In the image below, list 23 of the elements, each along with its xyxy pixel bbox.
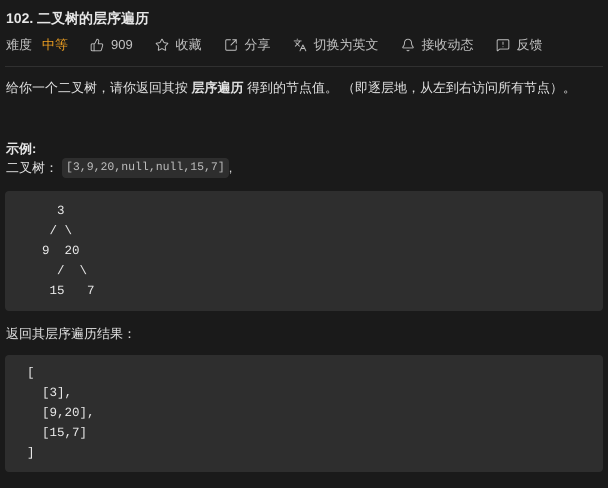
message-icon <box>496 38 510 52</box>
share-icon <box>224 38 238 52</box>
problem-description: 给你一个二叉树，请你返回其按 层序遍历 得到的节点值。 （即逐层地，从左到右访问所有节点）。 <box>6 79 577 97</box>
tree-code-block: 3 / \ 9 20 / \ 15 7 <box>5 191 603 311</box>
difficulty-label: 难度 <box>6 36 32 54</box>
translate-icon <box>292 38 307 52</box>
result-label: 返回其层序遍历结果： <box>5 325 137 343</box>
subscribe-button[interactable]: 接收动态 <box>400 35 474 55</box>
comma-text: , <box>228 159 232 177</box>
thumbs-up-icon <box>90 38 104 52</box>
bell-icon <box>400 38 415 52</box>
example-heading: 示例: <box>6 140 38 158</box>
difficulty-value: 中等 <box>42 36 68 54</box>
input-label: 二叉树： <box>6 159 58 177</box>
inline-code: [3,9,20,null,null,15,7] <box>62 158 229 178</box>
like-button[interactable]: 909 <box>90 35 133 55</box>
problem-title: 102. 二叉树的层序遍历 <box>6 9 150 28</box>
translate-button[interactable]: 切换为英文 <box>292 35 379 55</box>
favorite-button[interactable]: 收藏 <box>154 35 202 55</box>
result-code-block: [ [3], [9,20], [15,7] ] <box>5 355 603 472</box>
feedback-button[interactable]: 反馈 <box>496 35 543 55</box>
share-button[interactable]: 分享 <box>224 35 271 55</box>
star-icon <box>154 38 169 52</box>
